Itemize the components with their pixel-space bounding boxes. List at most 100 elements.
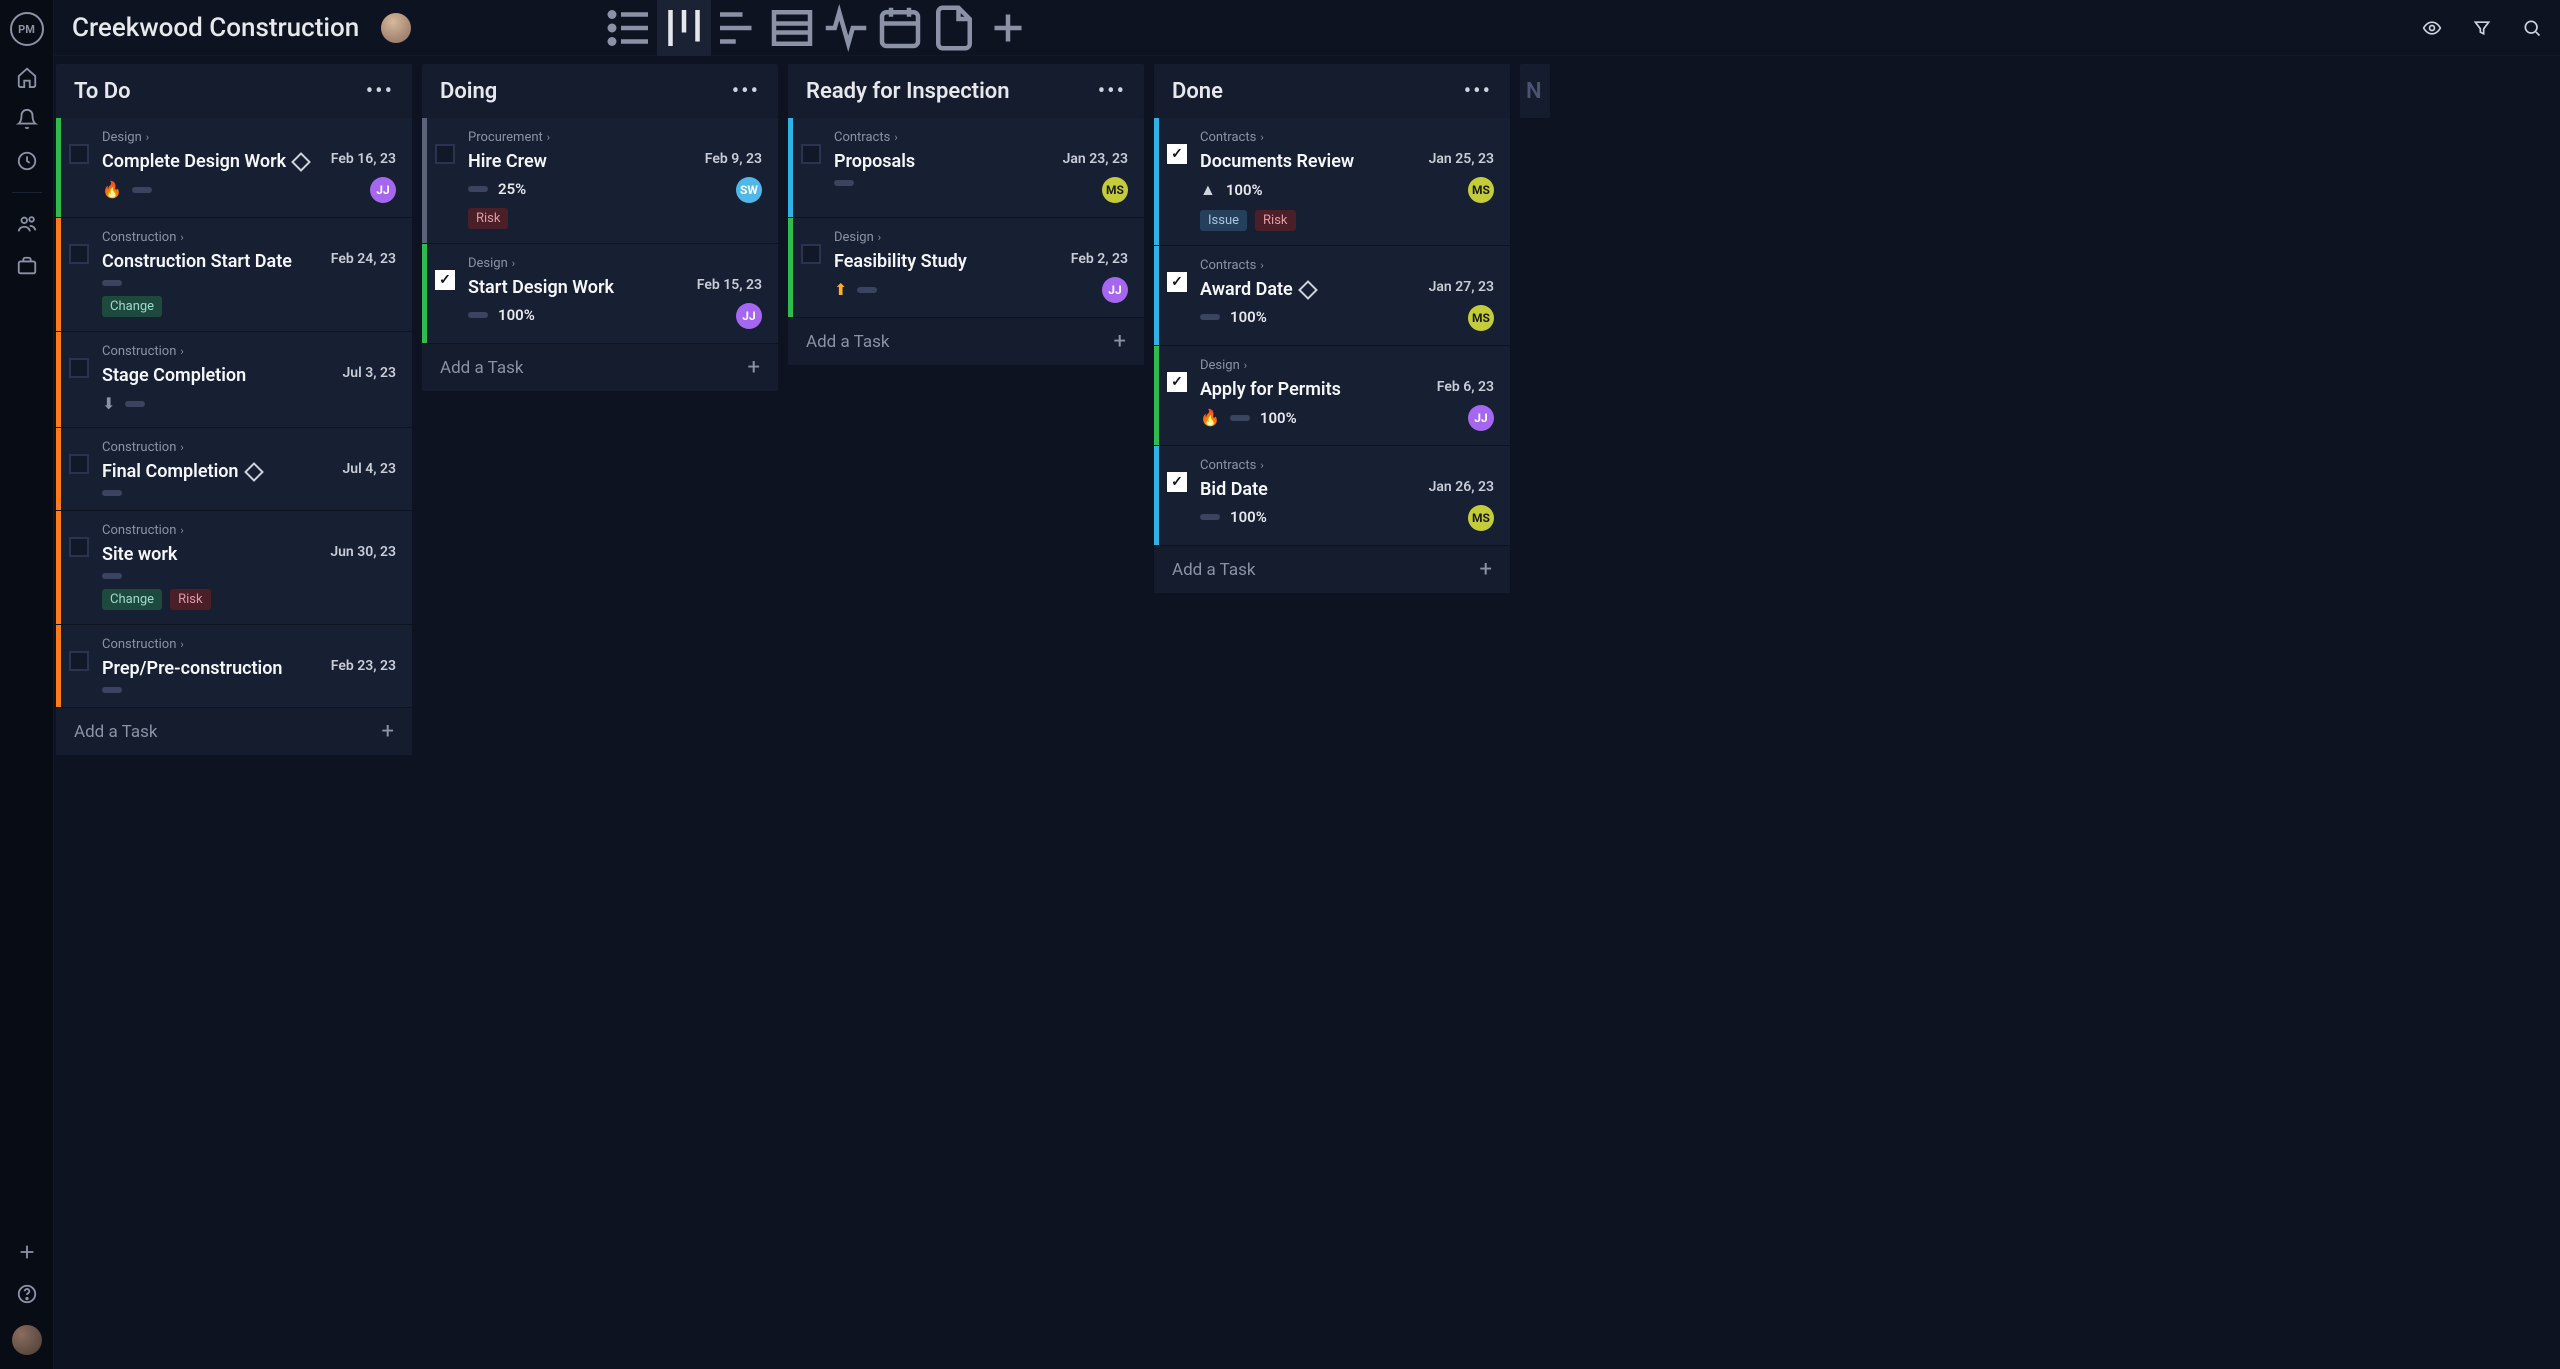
projects-icon[interactable] — [16, 255, 38, 277]
task-breadcrumb[interactable]: Design › — [1200, 358, 1494, 373]
task-breadcrumb[interactable]: Design › — [102, 130, 396, 145]
task-breadcrumb[interactable]: Contracts › — [834, 130, 1128, 145]
task-breadcrumb[interactable]: Design › — [468, 256, 762, 271]
task-checkbox[interactable] — [69, 651, 89, 671]
assignee-avatar[interactable]: JJ — [1468, 405, 1494, 431]
task-card[interactable]: Contracts › Proposals Jan 23, 23 MS — [788, 118, 1144, 217]
task-title: Final Completion — [102, 461, 312, 482]
view-table-icon[interactable] — [765, 0, 819, 56]
add-task-button[interactable]: Add a Task + — [1154, 545, 1510, 593]
task-card[interactable]: Design › Apply for Permits 🔥 100% Feb 6 — [1154, 345, 1510, 445]
task-breadcrumb[interactable]: Contracts › — [1200, 458, 1494, 473]
task-card[interactable]: Design › Feasibility Study ⬆ Feb 2, 23 — [788, 217, 1144, 317]
assignee-avatar[interactable]: MS — [1468, 505, 1494, 531]
task-checkbox[interactable] — [1167, 472, 1187, 492]
task-right: Feb 6, 23 JJ — [1410, 379, 1494, 431]
team-icon[interactable] — [16, 213, 38, 235]
task-card[interactable]: Design › Complete Design Work 🔥 Feb 16, … — [56, 118, 412, 217]
task-meta: 🔥 — [102, 180, 312, 199]
assignee-avatar[interactable]: MS — [1468, 305, 1494, 331]
assignee-avatar[interactable]: MS — [1102, 177, 1128, 203]
task-checkbox[interactable] — [801, 244, 821, 264]
project-title[interactable]: Creekwood Construction — [72, 13, 359, 43]
task-checkbox[interactable] — [435, 270, 455, 290]
task-card[interactable]: Procurement › Hire Crew 25% Risk Feb 9, — [422, 118, 778, 243]
project-avatar[interactable] — [381, 13, 411, 43]
filter-icon[interactable] — [2472, 18, 2492, 38]
task-row: Final Completion Jul 4, 23 — [102, 461, 396, 496]
view-add-icon[interactable] — [981, 0, 1035, 56]
task-checkbox[interactable] — [69, 144, 89, 164]
view-activity-icon[interactable] — [819, 0, 873, 56]
task-row: Hire Crew 25% Risk Feb 9, 23 SW — [468, 151, 762, 229]
task-title: Documents Review — [1200, 151, 1410, 172]
task-card[interactable]: Construction › Site work ChangeRisk Jun … — [56, 510, 412, 624]
task-breadcrumb[interactable]: Contracts › — [1200, 258, 1494, 273]
task-checkbox[interactable] — [1167, 372, 1187, 392]
view-gantt-icon[interactable] — [711, 0, 765, 56]
task-checkbox[interactable] — [69, 537, 89, 557]
task-checkbox[interactable] — [801, 144, 821, 164]
column-menu-icon[interactable]: ••• — [1098, 79, 1126, 104]
column-menu-icon[interactable]: ••• — [366, 79, 394, 104]
assignee-avatar[interactable]: SW — [736, 177, 762, 203]
task-card[interactable]: Contracts › Award Date 100% Jan 27, 23 — [1154, 245, 1510, 345]
task-breadcrumb[interactable]: Design › — [834, 230, 1128, 245]
task-breadcrumb[interactable]: Construction › — [102, 637, 396, 652]
task-checkbox[interactable] — [69, 244, 89, 264]
user-avatar[interactable] — [12, 1325, 42, 1355]
task-breadcrumb[interactable]: Procurement › — [468, 130, 762, 145]
assignee-avatar[interactable]: JJ — [736, 303, 762, 329]
task-checkbox[interactable] — [1167, 272, 1187, 292]
column-header[interactable]: Ready for Inspection ••• — [788, 64, 1144, 118]
visibility-icon[interactable] — [2422, 18, 2442, 38]
column-cards: Contracts › Proposals Jan 23, 23 MS — [788, 118, 1144, 317]
task-checkbox[interactable] — [1167, 144, 1187, 164]
task-breadcrumb[interactable]: Construction › — [102, 230, 396, 245]
task-breadcrumb[interactable]: Construction › — [102, 440, 396, 455]
due-date: Jan 26, 23 — [1429, 479, 1494, 495]
task-card[interactable]: Construction › Construction Start Date C… — [56, 217, 412, 331]
task-checkbox[interactable] — [69, 358, 89, 378]
column-menu-icon[interactable]: ••• — [1464, 79, 1492, 104]
card-accent — [1154, 118, 1159, 245]
column-header[interactable]: N — [1520, 64, 1550, 118]
add-task-button[interactable]: Add a Task + — [56, 707, 412, 755]
view-calendar-icon[interactable] — [873, 0, 927, 56]
task-card[interactable]: Design › Start Design Work 100% Feb 15, — [422, 243, 778, 343]
search-icon[interactable] — [2522, 18, 2542, 38]
task-checkbox[interactable] — [69, 454, 89, 474]
column-menu-icon[interactable]: ••• — [732, 79, 760, 104]
add-task-button[interactable]: Add a Task + — [422, 343, 778, 391]
view-file-icon[interactable] — [927, 0, 981, 56]
task-breadcrumb[interactable]: Contracts › — [1200, 130, 1494, 145]
assignee-avatar[interactable]: MS — [1468, 177, 1494, 203]
column-header[interactable]: Done ••• — [1154, 64, 1510, 118]
task-checkbox[interactable] — [435, 144, 455, 164]
assignee-avatar[interactable]: JJ — [1102, 277, 1128, 303]
task-meta — [102, 687, 312, 693]
task-card[interactable]: Construction › Final Completion Jul 4, 2… — [56, 427, 412, 510]
add-task-button[interactable]: Add a Task + — [788, 317, 1144, 365]
column-header[interactable]: To Do ••• — [56, 64, 412, 118]
task-breadcrumb[interactable]: Construction › — [102, 344, 396, 359]
app-logo[interactable]: PM — [10, 12, 44, 46]
task-card[interactable]: Construction › Prep/Pre-construction Feb… — [56, 624, 412, 707]
help-icon[interactable] — [16, 1283, 38, 1305]
task-card[interactable]: Contracts › Documents Review ▲ 100% Issu… — [1154, 118, 1510, 245]
task-card[interactable]: Construction › Stage Completion ⬇ Jul 3,… — [56, 331, 412, 427]
notifications-icon[interactable] — [16, 108, 38, 130]
add-icon[interactable] — [16, 1241, 38, 1263]
task-breadcrumb[interactable]: Construction › — [102, 523, 396, 538]
plus-icon: + — [748, 355, 760, 380]
due-date: Jul 4, 23 — [343, 461, 397, 477]
recent-icon[interactable] — [16, 150, 38, 172]
view-list-icon[interactable] — [603, 0, 657, 56]
task-title: Apply for Permits — [1200, 379, 1410, 400]
kanban-board[interactable]: To Do ••• Design › Complete Design Work … — [54, 56, 2560, 1369]
assignee-avatar[interactable]: JJ — [370, 177, 396, 203]
task-card[interactable]: Contracts › Bid Date 100% Jan 26, 23 — [1154, 445, 1510, 545]
home-icon[interactable] — [16, 66, 38, 88]
column-header[interactable]: Doing ••• — [422, 64, 778, 118]
view-board-icon[interactable] — [657, 0, 711, 56]
